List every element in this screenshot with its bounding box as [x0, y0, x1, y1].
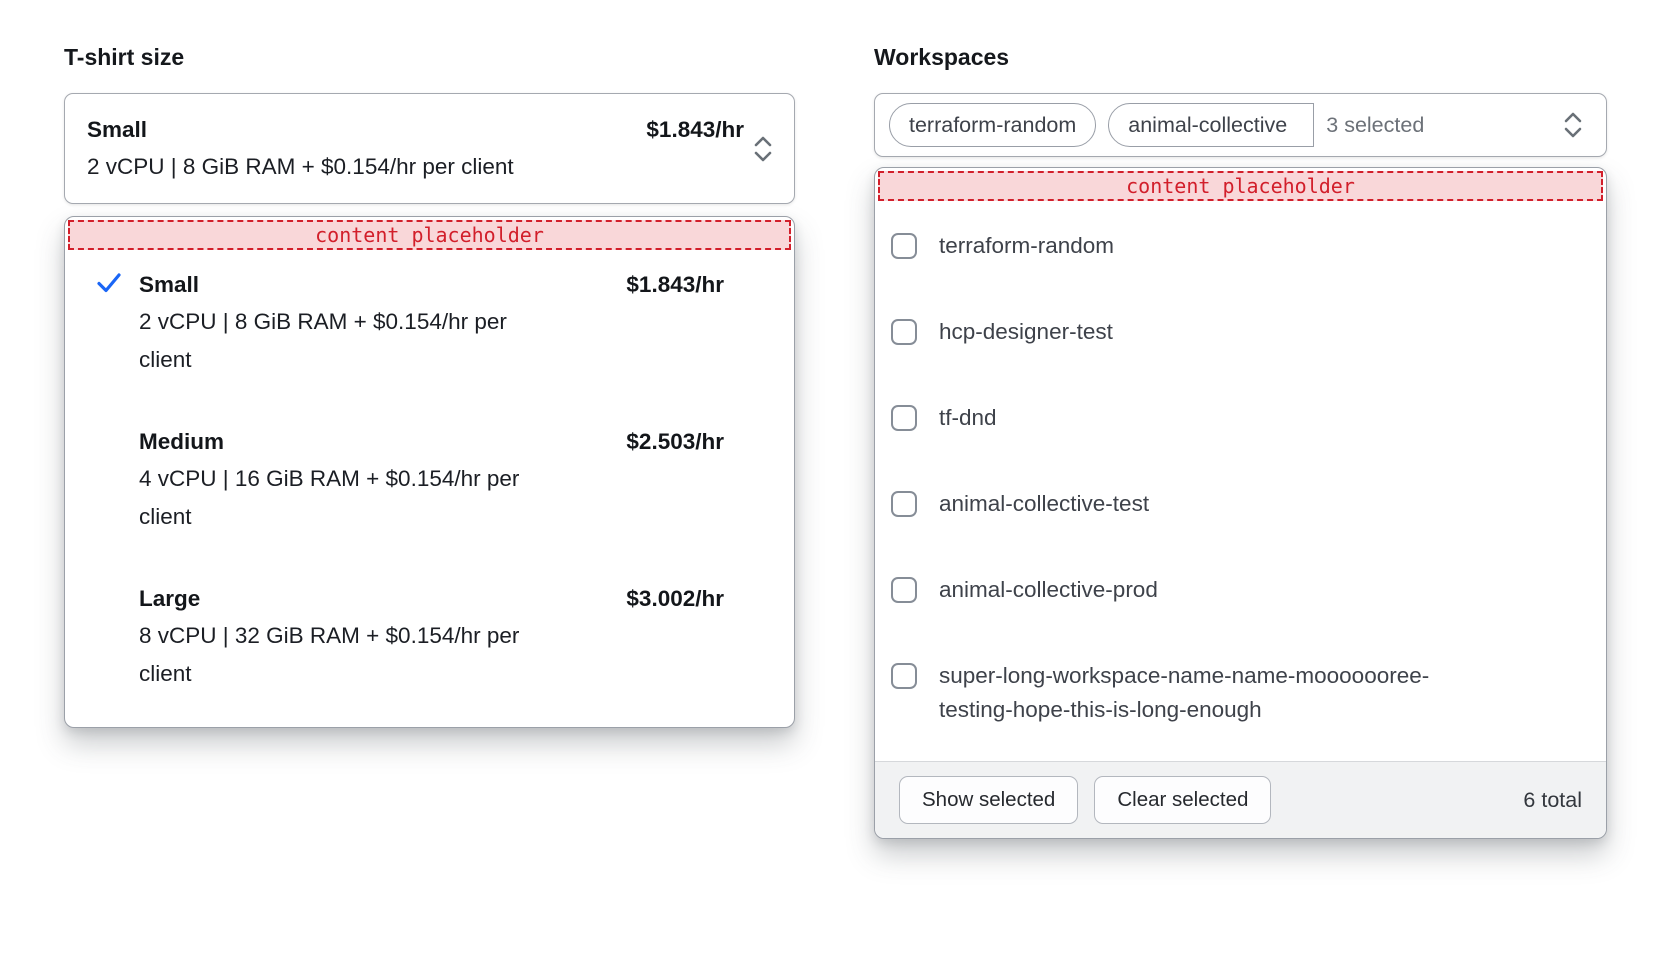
option-title: Small	[139, 266, 199, 303]
clear-selected-button[interactable]: Clear selected	[1094, 776, 1271, 824]
option-description: 8 vCPU | 32 GiB RAM + $0.154/hr per clie…	[139, 617, 559, 693]
workspace-option-tf-dnd[interactable]: tf-dnd	[891, 375, 1582, 461]
size-option-small[interactable]: Small $1.843/hr 2 vCPU | 8 GiB RAM + $0.…	[95, 266, 724, 379]
checkbox[interactable]	[891, 233, 917, 259]
tshirt-size-select-trigger[interactable]: Small $1.843/hr 2 vCPU | 8 GiB RAM + $0.…	[64, 93, 795, 204]
workspaces-dropdown: content placeholder terraform-random hcp…	[874, 167, 1607, 839]
workspace-name: hcp-designer-test	[939, 315, 1113, 349]
workspace-name: animal-collective-test	[939, 487, 1149, 521]
option-description: 2 vCPU | 8 GiB RAM + $0.154/hr per clien…	[139, 303, 559, 379]
option-price: $2.503/hr	[626, 423, 724, 460]
option-title: Large	[139, 580, 200, 617]
workspaces-label: Workspaces	[874, 44, 1607, 71]
content-placeholder: content placeholder	[878, 171, 1603, 201]
workspaces-select-trigger[interactable]: terraform-random animal-collective 3 sel…	[874, 93, 1607, 157]
check-spacer	[95, 580, 139, 693]
total-count: 6 total	[1523, 788, 1582, 813]
tag-terraform-random[interactable]: terraform-random	[889, 103, 1096, 147]
selected-size-price: $1.843/hr	[646, 111, 744, 148]
workspace-name: terraform-random	[939, 229, 1114, 263]
tshirt-size-section: T-shirt size Small $1.843/hr 2 vCPU | 8 …	[64, 44, 795, 728]
option-description: 4 vCPU | 16 GiB RAM + $0.154/hr per clie…	[139, 460, 559, 536]
workspace-option-hcp-designer-test[interactable]: hcp-designer-test	[891, 289, 1582, 375]
checkbox[interactable]	[891, 577, 917, 603]
workspaces-footer: Show selected Clear selected 6 total	[875, 761, 1606, 838]
workspace-option-super-long[interactable]: super-long-workspace-name-name-moooooore…	[891, 633, 1582, 753]
workspace-name: animal-collective-prod	[939, 573, 1158, 607]
option-price: $1.843/hr	[626, 266, 724, 303]
workspace-option-animal-collective-test[interactable]: animal-collective-test	[891, 461, 1582, 547]
workspace-option-terraform-random[interactable]: terraform-random	[891, 203, 1582, 289]
selected-size-summary: Small $1.843/hr 2 vCPU | 8 GiB RAM + $0.…	[87, 111, 744, 186]
workspace-name: super-long-workspace-name-name-moooooore…	[939, 659, 1487, 727]
tag-animal-collective[interactable]: animal-collective	[1108, 103, 1314, 147]
select-caret-icon	[752, 134, 774, 164]
check-icon	[95, 266, 139, 379]
option-price: $3.002/hr	[626, 580, 724, 617]
size-option-list: Small $1.843/hr 2 vCPU | 8 GiB RAM + $0.…	[65, 250, 794, 727]
selected-size-name: Small	[87, 111, 147, 148]
check-spacer	[95, 423, 139, 536]
workspace-option-animal-collective-prod[interactable]: animal-collective-prod	[891, 547, 1582, 633]
tshirt-size-label: T-shirt size	[64, 44, 795, 71]
workspace-name: tf-dnd	[939, 401, 997, 435]
option-title: Medium	[139, 423, 224, 460]
checkbox[interactable]	[891, 405, 917, 431]
select-caret-icon	[1562, 110, 1584, 140]
show-selected-button[interactable]: Show selected	[899, 776, 1078, 824]
tshirt-size-dropdown: content placeholder Small $1.843/hr 2 vC…	[64, 216, 795, 728]
selected-count: 3 selected	[1326, 113, 1424, 138]
size-option-large[interactable]: Large $3.002/hr 8 vCPU | 32 GiB RAM + $0…	[95, 580, 724, 693]
checkbox[interactable]	[891, 663, 917, 689]
content-placeholder: content placeholder	[68, 220, 791, 250]
workspace-option-list: terraform-random hcp-designer-test tf-dn…	[875, 201, 1606, 761]
size-option-medium[interactable]: Medium $2.503/hr 4 vCPU | 16 GiB RAM + $…	[95, 423, 724, 536]
selected-size-description: 2 vCPU | 8 GiB RAM + $0.154/hr per clien…	[87, 148, 565, 186]
checkbox[interactable]	[891, 319, 917, 345]
workspaces-section: Workspaces terraform-random animal-colle…	[874, 44, 1607, 839]
checkbox[interactable]	[891, 491, 917, 517]
